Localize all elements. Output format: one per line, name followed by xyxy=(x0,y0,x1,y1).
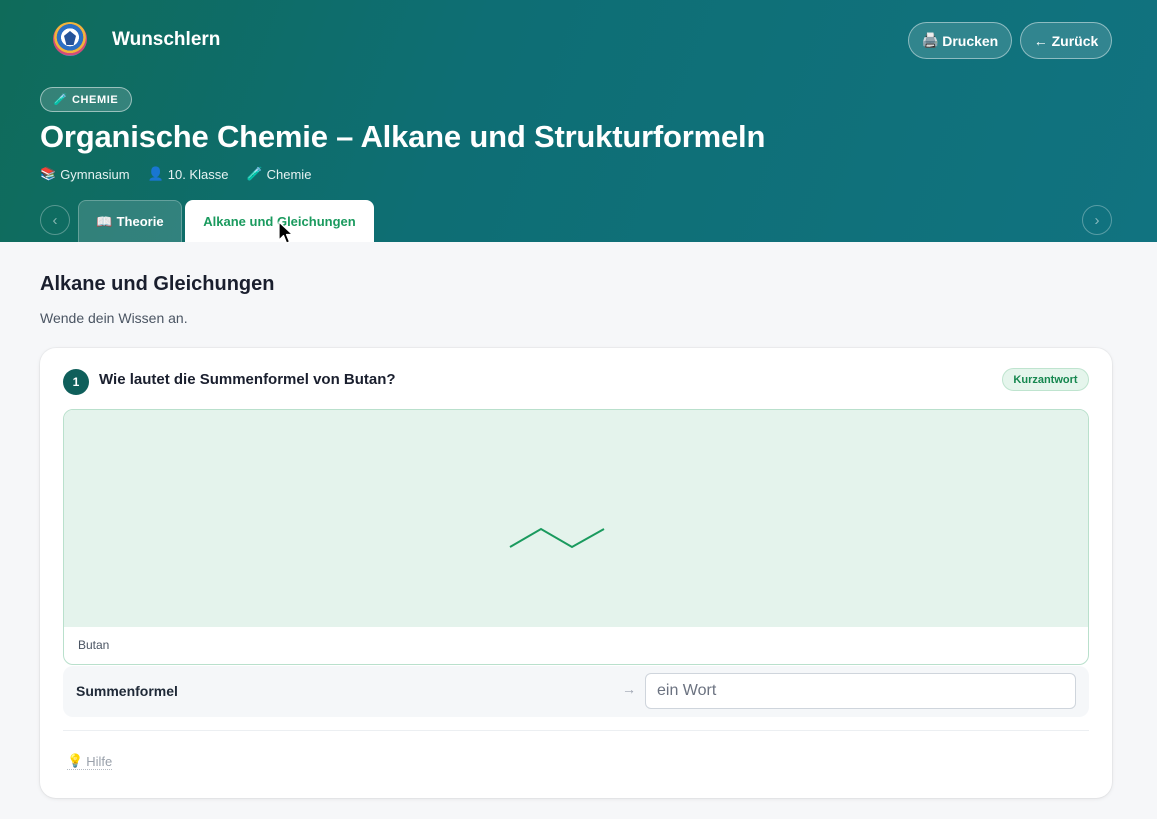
meta-subject: 🧪 Chemie xyxy=(246,166,311,182)
question-figure: Butan xyxy=(63,409,1089,665)
printer-icon: 🖨️ xyxy=(921,32,940,48)
question-text: Wie lautet die Summenformel von Butan? xyxy=(99,371,396,388)
header: Wunschlern 🖨️ Drucken ← Zurück 🧪 CHEMIE … xyxy=(0,0,1157,242)
tab-theorie-label: Theorie xyxy=(116,214,164,229)
tab-theorie[interactable]: 📖 Theorie xyxy=(78,200,182,242)
lightbulb-icon: 💡 xyxy=(67,753,84,768)
chevron-left-icon: ‹ xyxy=(52,211,58,229)
divider xyxy=(63,730,1089,731)
books-icon: 📚 xyxy=(40,166,57,181)
butane-skeletal-formula xyxy=(509,527,605,549)
chevron-right-icon: › xyxy=(1094,211,1100,229)
answer-input[interactable] xyxy=(645,673,1076,709)
subject-badge-label: CHEMIE xyxy=(71,93,119,106)
help-label: Hilfe xyxy=(86,753,113,769)
answer-label: Summenformel xyxy=(76,683,178,699)
meta-info: 📚 Gymnasium 👤 10. Klasse 🧪 Chemie xyxy=(40,166,311,182)
answer-row: Summenformel → xyxy=(63,666,1089,717)
question-type-badge: Kurzantwort xyxy=(1002,368,1089,391)
test-tube-icon: 🧪 xyxy=(53,94,68,106)
tab-scroll-left-button[interactable]: ‹ xyxy=(40,205,70,235)
subject-badge: 🧪 CHEMIE xyxy=(40,87,132,112)
book-icon: 📖 xyxy=(96,213,113,229)
meta-subject-label: Chemie xyxy=(266,166,312,182)
arrow-right-icon: → xyxy=(622,681,636,697)
question-number: 1 xyxy=(63,369,89,395)
section-subtitle: Wende dein Wissen an. xyxy=(40,310,188,326)
help-link[interactable]: 💡 Hilfe xyxy=(67,753,113,770)
back-button[interactable]: ← Zurück xyxy=(1020,22,1112,59)
mouse-cursor-icon xyxy=(278,221,294,244)
print-label: Drucken xyxy=(942,32,999,49)
person-icon: 👤 xyxy=(147,166,164,181)
back-label: ← Zurück xyxy=(1033,32,1099,49)
structure-diagram xyxy=(64,410,1088,627)
meta-grade-label: 10. Klasse xyxy=(167,166,229,182)
brand-name[interactable]: Wunschlern xyxy=(112,29,220,51)
test-tube-icon: 🧪 xyxy=(246,166,263,181)
meta-school-label: Gymnasium xyxy=(60,166,130,182)
logo[interactable] xyxy=(53,22,87,56)
meta-school: 📚 Gymnasium xyxy=(40,166,130,182)
meta-grade: 👤 10. Klasse xyxy=(148,166,229,182)
print-button[interactable]: 🖨️ Drucken xyxy=(908,22,1012,59)
question-card: 1 Wie lautet die Summenformel von Butan?… xyxy=(40,348,1112,798)
page-title: Organische Chemie – Alkane und Strukturf… xyxy=(40,119,766,154)
figure-caption: Butan xyxy=(78,638,110,652)
section-title: Alkane und Gleichungen xyxy=(40,273,275,295)
tab-scroll-right-button[interactable]: › xyxy=(1082,205,1112,235)
